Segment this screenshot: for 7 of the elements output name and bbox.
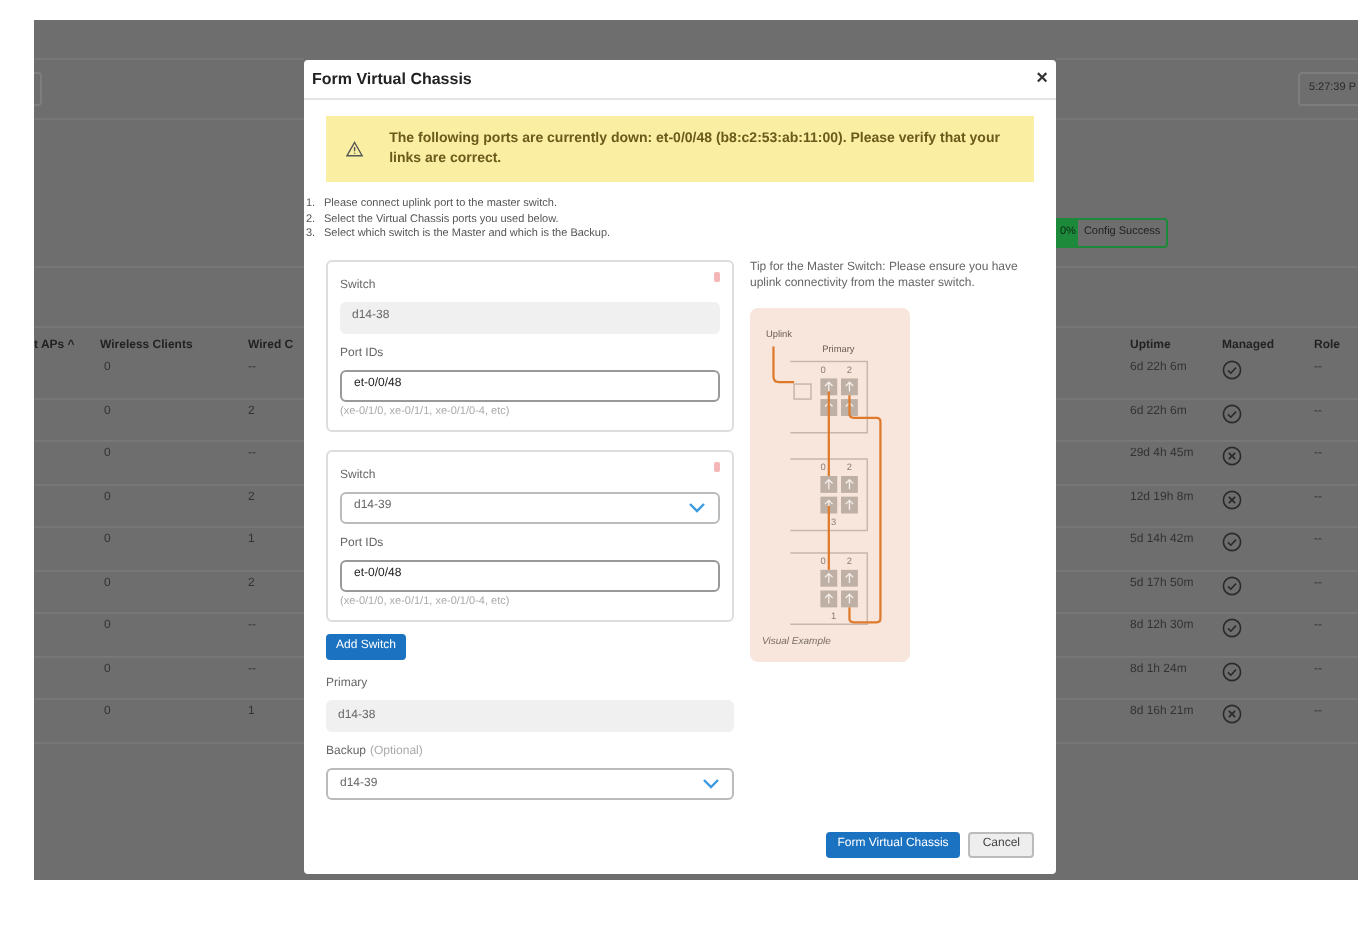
delete-icon[interactable]: [714, 271, 720, 281]
chevron-down-icon: [688, 501, 706, 514]
close-button[interactable]: ×: [1036, 69, 1048, 89]
dialog-title: Form Virtual Chassis: [312, 67, 472, 91]
delete-icon[interactable]: [714, 461, 720, 472]
warning-icon: [346, 140, 364, 158]
chevron-down-icon: [702, 778, 720, 790]
